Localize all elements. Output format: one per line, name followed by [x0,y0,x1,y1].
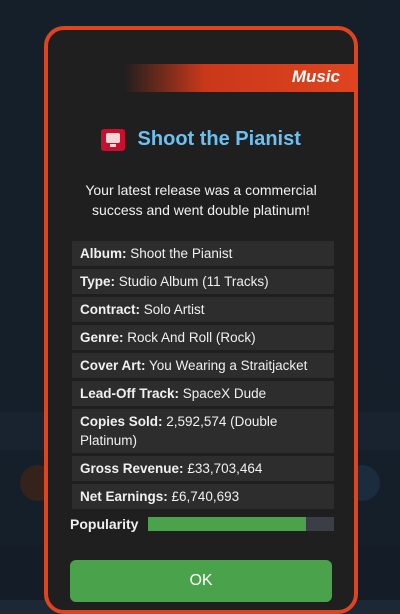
detail-row-type: Type: Studio Album (11 Tracks) [72,269,334,294]
detail-row-album: Album: Shoot the Pianist [72,241,334,266]
detail-value: SpaceX Dude [182,386,267,401]
detail-key: Genre: [80,330,124,345]
detail-row-gross-revenue: Gross Revenue: £33,703,464 [72,456,334,481]
detail-row-cover-art: Cover Art: You Wearing a Straitjacket [72,353,334,378]
popularity-track [148,517,334,531]
popularity-meter: Popularity [70,514,336,536]
detail-key: Cover Art: [80,358,146,373]
release-result-modal: Music Shoot the Pianist Your latest rele… [44,26,358,614]
detail-row-contract: Contract: Solo Artist [72,297,334,322]
detail-value: £33,703,464 [187,461,263,476]
detail-value: Rock And Roll (Rock) [127,330,256,345]
category-label: Music [291,67,340,86]
popularity-fill [148,517,307,531]
detail-key: Lead-Off Track: [80,386,180,401]
detail-row-net-earnings: Net Earnings: £6,740,693 [72,484,334,509]
release-details: Album: Shoot the Pianist Type: Studio Al… [72,241,334,512]
album-cover-icon [101,128,126,151]
detail-value: £6,740,693 [171,489,240,504]
detail-key: Contract: [80,302,140,317]
modal-title: Shoot the Pianist [137,128,301,150]
ok-button[interactable]: OK [70,560,332,602]
detail-key: Album: [80,246,127,261]
detail-key: Net Earnings: [80,489,168,504]
detail-row-lead-off-track: Lead-Off Track: SpaceX Dude [72,381,334,406]
result-message: Your latest release was a commercial suc… [85,182,317,218]
detail-row-genre: Genre: Rock And Roll (Rock) [72,325,334,350]
category-banner: Music [124,64,354,92]
detail-value: Studio Album (11 Tracks) [118,274,269,289]
detail-value: Shoot the Pianist [130,246,233,261]
detail-key: Gross Revenue: [80,461,184,476]
popularity-label: Popularity [70,516,139,532]
detail-key: Copies Sold: [80,414,163,429]
modal-title-row: Shoot the Pianist [48,128,354,151]
detail-row-copies-sold: Copies Sold: 2,592,574 (Double Platinum) [72,409,334,453]
detail-key: Type: [80,274,116,289]
detail-value: Solo Artist [143,302,205,317]
detail-value: You Wearing a Straitjacket [149,358,308,373]
